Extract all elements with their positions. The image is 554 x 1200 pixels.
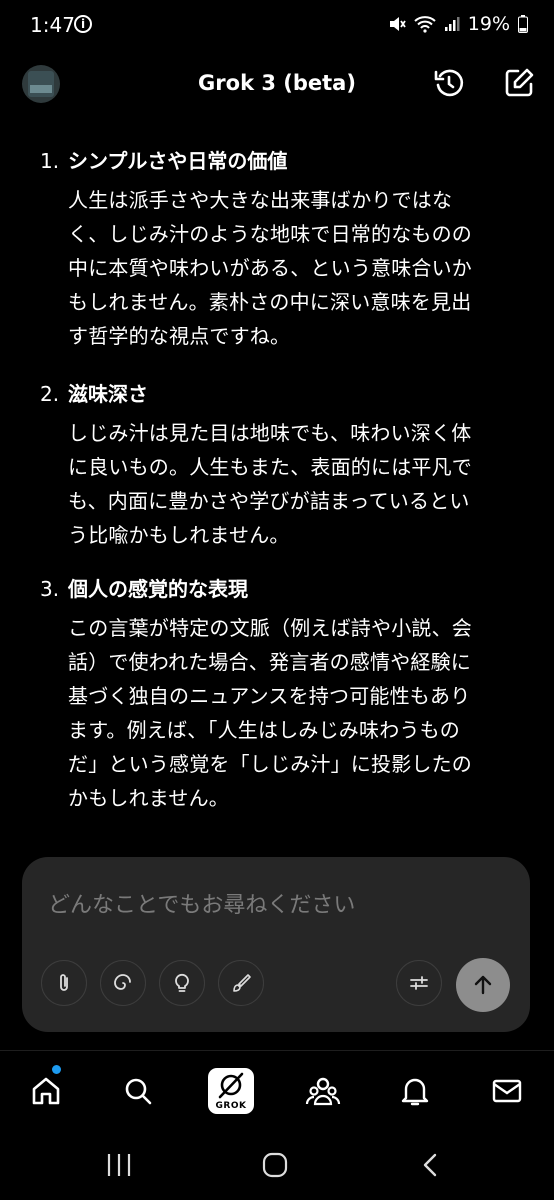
wifi-icon [414, 16, 436, 33]
bottom-nav: GROK [0, 1050, 554, 1131]
nav-communities[interactable] [303, 1071, 343, 1111]
mute-icon [389, 17, 406, 31]
clock: 1:47 [30, 13, 75, 37]
body-line: す哲学的な視点ですね。 [68, 324, 291, 348]
people-icon [305, 1077, 341, 1106]
signal-icon [444, 17, 460, 31]
sliders-icon [410, 976, 428, 990]
grok-label: GROK [215, 1101, 247, 1111]
new-chat-icon[interactable] [502, 66, 536, 100]
item-number: 1. [40, 149, 60, 173]
recent-apps-icon[interactable] [104, 1150, 134, 1180]
body-line: く、しじみ汁のような地味で日常的なものの [68, 222, 472, 246]
body-line: 話）で使われた場合、発言者の感情や経験に [68, 650, 471, 674]
body-line: に良いもの。人生もまた、表面的には平凡で [68, 455, 472, 479]
mail-icon [492, 1079, 522, 1103]
body-line: 人生は派手さや大きな出来事ばかりではな [68, 188, 453, 212]
deep-search-button[interactable] [100, 960, 146, 1006]
body-line: だ」という感覚を「しじみ汁」に投影したの [68, 752, 472, 776]
battery-level: 19% [467, 13, 510, 35]
body-line: 中に本質や味わいがある、という意味合いか [68, 256, 472, 280]
body-line: もしれません。素朴さの中に深い意味を見出 [68, 290, 472, 314]
item-body: しじみ汁は見た目は地味でも、味わい深く体 に良いもの。人生もまた、表面的には平凡… [68, 416, 528, 552]
arrow-up-icon [474, 975, 492, 995]
body-line: う比喩かもしれません。 [68, 523, 290, 547]
grok-logo-icon [218, 1072, 244, 1099]
item-heading: 個人の感覚的な表現 [68, 577, 248, 601]
attach-button[interactable] [41, 960, 87, 1006]
message-composer[interactable]: どんなことでもお尋ねください [22, 857, 530, 1032]
body-line: しじみ汁は見た目は地味でも、味わい深く体 [68, 421, 472, 445]
system-nav-bar [0, 1130, 554, 1200]
body-line: かもしれません。 [68, 786, 229, 810]
item-body: この言葉が特定の文脈（例えば詩や小説、会 話）で使われた場合、発言者の感情や経験… [68, 611, 528, 815]
think-button[interactable] [159, 960, 205, 1006]
history-icon[interactable] [432, 66, 466, 100]
bell-icon [401, 1078, 429, 1106]
item-number: 3. [40, 577, 60, 601]
settings-button[interactable] [396, 960, 442, 1006]
battery-icon [518, 15, 528, 33]
nav-search[interactable] [118, 1071, 158, 1111]
body-line: この言葉が特定の文脈（例えば詩や小説、会 [68, 616, 472, 640]
brush-icon [233, 974, 251, 992]
info-icon: i [74, 15, 92, 33]
send-button[interactable] [456, 958, 510, 1012]
app-header: Grok 3 (beta) [0, 54, 554, 114]
nav-grok[interactable]: GROK [208, 1068, 254, 1114]
item-heading: 滋味深さ [68, 382, 148, 406]
home-button-icon[interactable] [260, 1150, 290, 1180]
body-line: ます。例えば、「人生はしみじみ味わうもの [68, 718, 460, 742]
page-title: Grok 3 (beta) [198, 71, 356, 95]
status-icons: 19% [388, 13, 528, 35]
body-line: も、内面に豊かさや学びが詰まっているとい [68, 489, 470, 513]
nav-home[interactable] [26, 1071, 66, 1111]
search-icon [125, 1078, 152, 1105]
item-number: 2. [40, 382, 60, 406]
nav-notifications[interactable] [395, 1071, 435, 1111]
body-line: 基づく独自のニュアンスを持つ可能性もあり [68, 684, 471, 708]
home-icon [32, 1077, 60, 1105]
nav-messages[interactable] [487, 1071, 527, 1111]
spiral-icon [114, 974, 131, 990]
item-body: 人生は派手さや大きな出来事ばかりではな く、しじみ汁のような地味で日常的なものの… [68, 183, 528, 353]
paperclip-icon [60, 974, 68, 991]
notification-dot [52, 1065, 61, 1074]
item-heading: シンプルさや日常の価値 [68, 149, 288, 173]
message-input[interactable]: どんなことでもお尋ねください [48, 887, 355, 919]
status-bar: 1:47 i 19% [0, 0, 554, 54]
lightbulb-icon [175, 973, 189, 992]
back-icon[interactable] [416, 1150, 446, 1180]
draw-button[interactable] [218, 960, 264, 1006]
